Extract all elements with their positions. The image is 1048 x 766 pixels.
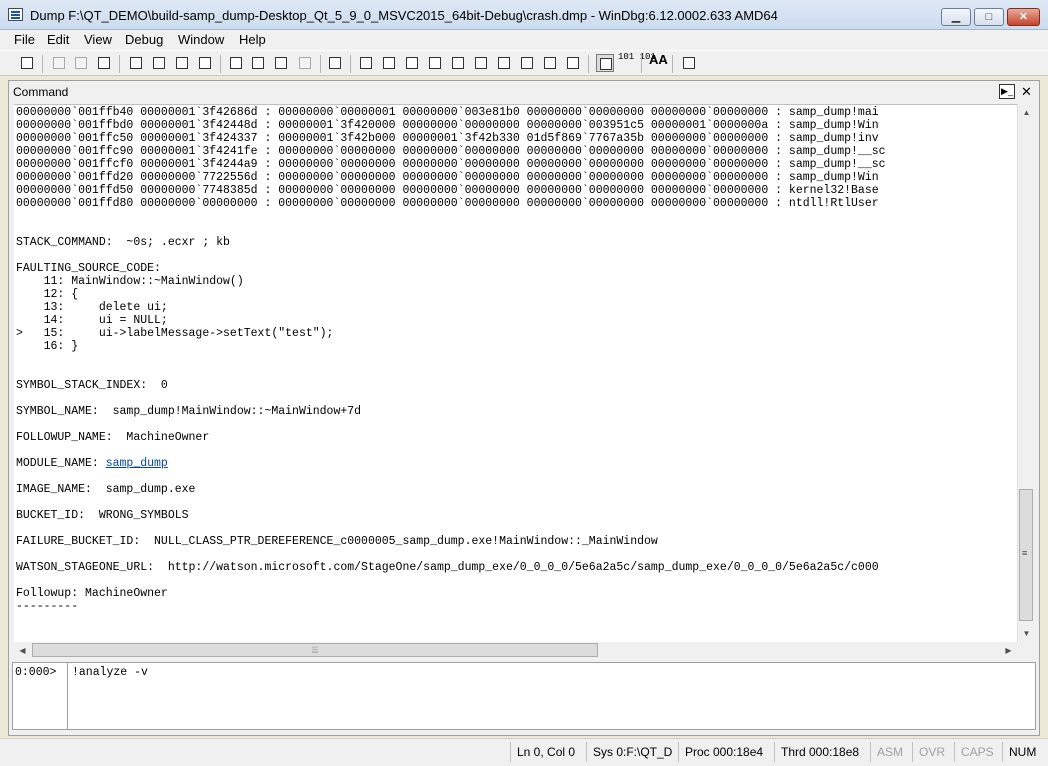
registers-icon[interactable] bbox=[426, 54, 444, 72]
status-position: Ln 0, Col 0 bbox=[510, 742, 586, 762]
font-icon[interactable]: AA bbox=[649, 53, 668, 66]
output-line: 12: { bbox=[16, 288, 79, 301]
toolbar-separator bbox=[320, 55, 321, 73]
options-icon[interactable] bbox=[680, 54, 698, 72]
go-icon[interactable] bbox=[127, 54, 145, 72]
menu-window[interactable]: Window bbox=[178, 32, 224, 47]
menu-edit[interactable]: Edit bbox=[47, 32, 69, 47]
scroll-up-icon[interactable]: ▲ bbox=[1018, 104, 1035, 121]
toolbar: 101 101 AA bbox=[0, 50, 1048, 76]
module-name-link[interactable]: samp_dump bbox=[106, 457, 168, 470]
menu-help[interactable]: Help bbox=[239, 32, 266, 47]
output-line: FAULTING_SOURCE_CODE: bbox=[16, 262, 161, 275]
output-line: > 15: ui->labelMessage->setText("test"); bbox=[16, 327, 334, 340]
status-asm: ASM bbox=[870, 742, 912, 762]
cut-icon[interactable] bbox=[50, 54, 68, 72]
step-over-icon[interactable] bbox=[249, 54, 267, 72]
output-line: BUCKET_ID: WRONG_SYMBOLS bbox=[16, 509, 189, 522]
status-sys: Sys 0:F:\QT_D bbox=[586, 742, 678, 762]
command-window-title: Command bbox=[13, 85, 69, 99]
output-line: 00000000`001ffbd0 00000001`3f42448d : 00… bbox=[16, 119, 879, 132]
output-line: Followup: MachineOwner bbox=[16, 587, 168, 600]
output-line: IMAGE_NAME: samp_dump.exe bbox=[16, 483, 196, 496]
output-line: FOLLOWUP_NAME: MachineOwner bbox=[16, 431, 210, 444]
status-proc: Proc 000:18e4 bbox=[678, 742, 774, 762]
break-icon[interactable] bbox=[196, 54, 214, 72]
scroll-down-icon[interactable]: ▼ bbox=[1018, 625, 1035, 642]
output-line: 16: } bbox=[16, 340, 79, 353]
command-prompt: 0:000> bbox=[12, 662, 68, 730]
toolbar-separator bbox=[672, 55, 673, 73]
output-line: 11: MainWindow::~MainWindow() bbox=[16, 275, 244, 288]
watch-icon[interactable] bbox=[380, 54, 398, 72]
source-mode-icon[interactable] bbox=[596, 54, 614, 72]
title-bar: Dump F:\QT_DEMO\build-samp_dump-Desktop_… bbox=[0, 0, 1048, 30]
scroll-right-icon[interactable]: ▶ bbox=[1000, 642, 1017, 659]
hand-icon[interactable] bbox=[326, 54, 344, 72]
output-line: WATSON_STAGEONE_URL: http://watson.micro… bbox=[16, 561, 879, 574]
restart-icon[interactable] bbox=[150, 54, 168, 72]
command-input[interactable]: !analyze -v bbox=[68, 662, 1036, 730]
step-into-icon[interactable] bbox=[227, 54, 245, 72]
toolbar-separator bbox=[350, 55, 351, 73]
call-stack-icon[interactable] bbox=[472, 54, 490, 72]
close-button[interactable]: ✕ bbox=[1007, 8, 1040, 26]
maximize-button[interactable]: □ bbox=[974, 8, 1004, 26]
output-line: SYMBOL_NAME: samp_dump!MainWindow::~Main… bbox=[16, 405, 362, 418]
output-line: 13: delete ui; bbox=[16, 301, 168, 314]
scroll-left-icon[interactable]: ◀ bbox=[14, 642, 31, 659]
open-icon[interactable] bbox=[18, 54, 36, 72]
close-icon[interactable]: ✕ bbox=[1019, 84, 1034, 99]
minimize-button[interactable]: ▁ bbox=[941, 8, 971, 26]
disassembly-icon[interactable] bbox=[495, 54, 513, 72]
output-line: 00000000`001ffc90 00000001`3f4241fe : 00… bbox=[16, 145, 886, 158]
output-line: --------- bbox=[16, 600, 79, 613]
scratch-pad-icon[interactable] bbox=[518, 54, 536, 72]
output-line: 00000000`001ffd80 00000000`00000000 : 00… bbox=[16, 197, 879, 210]
step-out-icon[interactable] bbox=[272, 54, 290, 72]
status-caps: CAPS bbox=[954, 742, 1002, 762]
window-title: Dump F:\QT_DEMO\build-samp_dump-Desktop_… bbox=[30, 8, 778, 23]
scrollbar-grip-icon: ≡ bbox=[1022, 548, 1028, 558]
locals-icon[interactable] bbox=[403, 54, 421, 72]
output-line: MODULE_NAME: samp_dump bbox=[16, 457, 168, 470]
command-window-icon[interactable]: ▶_ bbox=[999, 84, 1015, 99]
scrollbar-thumb[interactable]: ≡ bbox=[1019, 489, 1033, 621]
menu-bar: File Edit View Debug Window Help bbox=[0, 30, 1048, 50]
status-thrd: Thrd 000:18e8 bbox=[774, 742, 870, 762]
scrollbar-thumb[interactable]: ⦙⦙⦙ bbox=[32, 643, 598, 657]
vertical-scrollbar[interactable]: ▲ ≡ ▼ bbox=[1017, 104, 1034, 642]
status-ovr: OVR bbox=[912, 742, 954, 762]
toolbar-separator bbox=[119, 55, 120, 73]
toolbar-separator bbox=[220, 55, 221, 73]
output-line: SYMBOL_STACK_INDEX: 0 bbox=[16, 379, 168, 392]
output-line: 00000000`001ffcf0 00000001`3f4244a9 : 00… bbox=[16, 158, 886, 171]
output-line: 00000000`001ffc50 00000001`3f424337 : 00… bbox=[16, 132, 879, 145]
output-line: 14: ui = NULL; bbox=[16, 314, 168, 327]
output-line: STACK_COMMAND: ~0s; .ecxr ; kb bbox=[16, 236, 230, 249]
status-bar: Ln 0, Col 0 Sys 0:F:\QT_D Proc 000:18e4 … bbox=[0, 738, 1048, 766]
memory-icon[interactable] bbox=[449, 54, 467, 72]
run-to-cursor-icon[interactable] bbox=[296, 54, 314, 72]
toolbar-separator bbox=[42, 55, 43, 73]
options-window-icon[interactable] bbox=[564, 54, 582, 72]
horizontal-scrollbar[interactable]: ◀ ⦙⦙⦙ ▶ bbox=[14, 642, 1017, 659]
status-num: NUM bbox=[1002, 742, 1046, 762]
menu-file[interactable]: File bbox=[14, 32, 35, 47]
toolbar-separator bbox=[588, 55, 589, 73]
copy-icon[interactable] bbox=[72, 54, 90, 72]
command-icon[interactable] bbox=[357, 54, 375, 72]
windbg-app-icon[interactable] bbox=[8, 8, 23, 21]
output-line: FAILURE_BUCKET_ID: NULL_CLASS_PTR_DEREFE… bbox=[16, 535, 658, 548]
output-line: 00000000`001ffb40 00000001`3f42686d : 00… bbox=[16, 106, 879, 119]
processes-icon[interactable] bbox=[541, 54, 559, 72]
menu-debug[interactable]: Debug bbox=[125, 32, 163, 47]
menu-view[interactable]: View bbox=[84, 32, 112, 47]
command-output[interactable]: 00000000`001ffb40 00000001`3f42686d : 00… bbox=[14, 104, 1017, 642]
toolbar-separator bbox=[641, 55, 642, 73]
stop-debugging-icon[interactable] bbox=[173, 54, 191, 72]
output-line: 00000000`001ffd50 00000000`7748385d : 00… bbox=[16, 184, 879, 197]
paste-icon[interactable] bbox=[95, 54, 113, 72]
output-line: 00000000`001ffd20 00000000`7722556d : 00… bbox=[16, 171, 879, 184]
